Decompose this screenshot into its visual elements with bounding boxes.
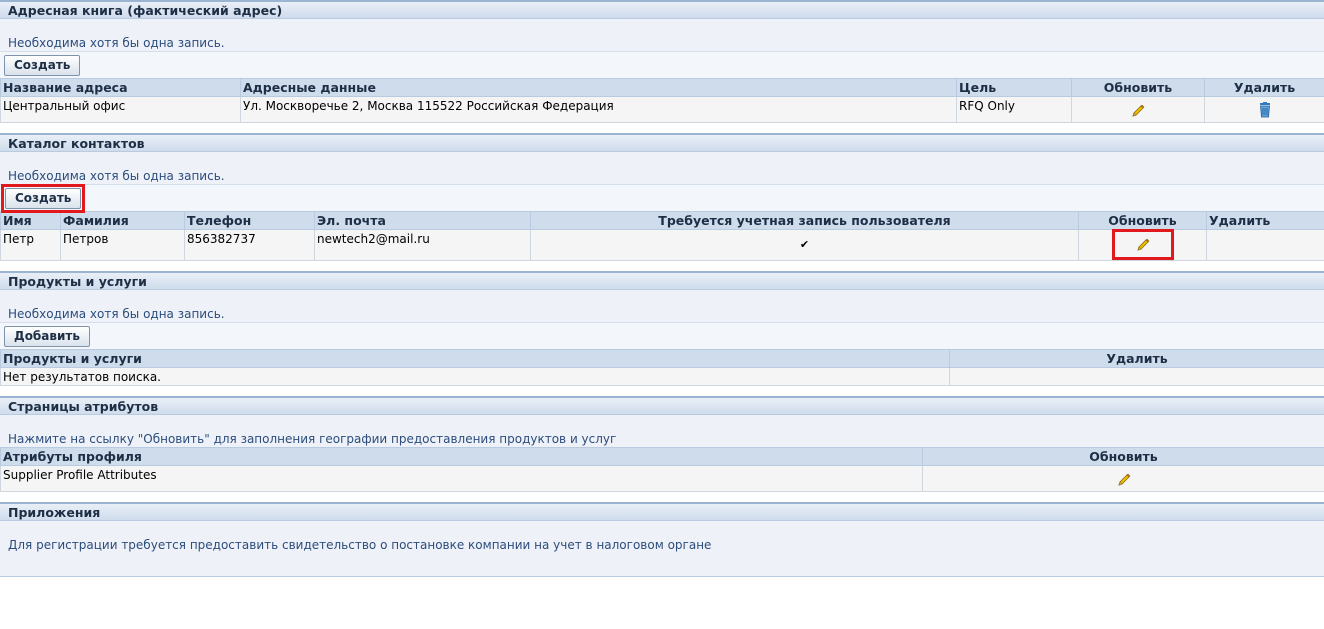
col-purpose: Цель [956,78,1072,97]
checkmark-icon: ✔ [799,238,810,251]
attribute-name-cell: Supplier Profile Attributes [0,465,923,492]
divider [0,576,1324,577]
products-table: Продукты и услуги Удалить Нет результато… [0,349,1324,386]
attachments-section: Приложения Для регистрации требуется пре… [0,502,1324,577]
address-create-button[interactable]: Создать [4,55,81,76]
attributes-body: Нажмите на ссылку "Обновить" для заполне… [0,415,1324,492]
col-delete: Удалить [949,349,1324,368]
contacts-table-header: Имя Фамилия Телефон Эл. почта Требуется … [0,211,1324,230]
contacts-header: Каталог контактов [0,133,1324,152]
col-products: Продукты и услуги [0,349,950,368]
no-results-cell: Нет результатов поиска. [0,367,950,386]
trash-icon[interactable] [1258,102,1272,118]
products-info: Необходима хотя бы одна запись. [8,307,225,321]
products-section: Продукты и услуги Необходима хотя бы одн… [0,271,1324,386]
contacts-table: Имя Фамилия Телефон Эл. почта Требуется … [0,211,1324,261]
contact-delete-cell [1206,229,1324,261]
address-details-cell: Ул. Москворечье 2, Москва 115522 Российс… [240,96,957,123]
col-update: Обновить [922,447,1324,466]
attachments-info: Для регистрации требуется предоставить с… [8,538,712,552]
contacts-section: Каталог контактов Необходима хотя бы одн… [0,133,1324,261]
address-table: Название адреса Адресные данные Цель Обн… [0,78,1324,123]
address-name-cell: Центральный офис [0,96,241,123]
attributes-table-header: Атрибуты профиля Обновить [0,447,1324,466]
address-book-header: Адресная книга (фактический адрес) [0,0,1324,19]
products-header: Продукты и услуги [0,271,1324,290]
product-add-button[interactable]: Добавить [4,326,90,347]
col-update: Обновить [1078,211,1207,230]
pencil-icon[interactable] [1130,103,1146,119]
attachments-header: Приложения [0,502,1324,521]
col-update: Обновить [1071,78,1205,97]
last-name-cell: Петров [60,229,185,261]
address-book-section: Адресная книга (фактический адрес) Необх… [0,0,1324,123]
empty-cell [949,367,1324,386]
pencil-icon[interactable] [1135,237,1151,253]
address-update-cell [1071,96,1205,123]
address-book-body: Необходима хотя бы одна запись. Создать … [0,19,1324,123]
table-row: Петр Петров 856382737 newtech2@mail.ru ✔ [0,229,1324,261]
attachments-body: Для регистрации требуется предоставить с… [0,521,1324,576]
create-highlight: Создать [1,184,86,213]
attribute-update-cell [922,465,1324,492]
first-name-cell: Петр [0,229,61,261]
col-first-name: Имя [0,211,61,230]
contacts-toolbar: Создать [0,184,1324,213]
account-required-cell: ✔ [530,229,1079,261]
address-table-header: Название адреса Адресные данные Цель Обн… [0,78,1324,97]
col-delete: Удалить [1206,211,1324,230]
table-row: Supplier Profile Attributes [0,465,1324,492]
address-book-toolbar: Создать [0,51,1324,78]
table-row: Центральный офис Ул. Москворечье 2, Моск… [0,96,1324,123]
attributes-section: Страницы атрибутов Нажмите на ссылку "Об… [0,396,1324,492]
table-row: Нет результатов поиска. [0,367,1324,386]
attributes-info: Нажмите на ссылку "Обновить" для заполне… [8,432,617,446]
email-cell: newtech2@mail.ru [314,229,531,261]
contacts-body: Необходима хотя бы одна запись. Создать … [0,152,1324,261]
attributes-header: Страницы атрибутов [0,396,1324,415]
col-address-name: Название адреса [0,78,241,97]
update-highlight [1111,229,1174,260]
col-address-details: Адресные данные [240,78,957,97]
col-last-name: Фамилия [60,211,185,230]
pencil-icon[interactable] [1116,472,1132,488]
attributes-table: Атрибуты профиля Обновить Supplier Profi… [0,447,1324,492]
col-email: Эл. почта [314,211,531,230]
col-delete: Удалить [1204,78,1324,97]
contact-create-button[interactable]: Создать [5,188,82,209]
address-delete-cell [1204,96,1324,123]
products-body: Необходима хотя бы одна запись. Добавить… [0,290,1324,386]
products-table-header: Продукты и услуги Удалить [0,349,1324,368]
col-account-required: Требуется учетная запись пользователя [530,211,1079,230]
col-phone: Телефон [184,211,315,230]
address-purpose-cell: RFQ Only [956,96,1072,123]
col-profile-attributes: Атрибуты профиля [0,447,923,466]
address-book-info: Необходима хотя бы одна запись. [8,36,225,50]
contacts-info: Необходима хотя бы одна запись. [8,169,225,183]
phone-cell: 856382737 [184,229,315,261]
products-toolbar: Добавить [0,322,1324,349]
contact-update-cell [1078,229,1207,261]
